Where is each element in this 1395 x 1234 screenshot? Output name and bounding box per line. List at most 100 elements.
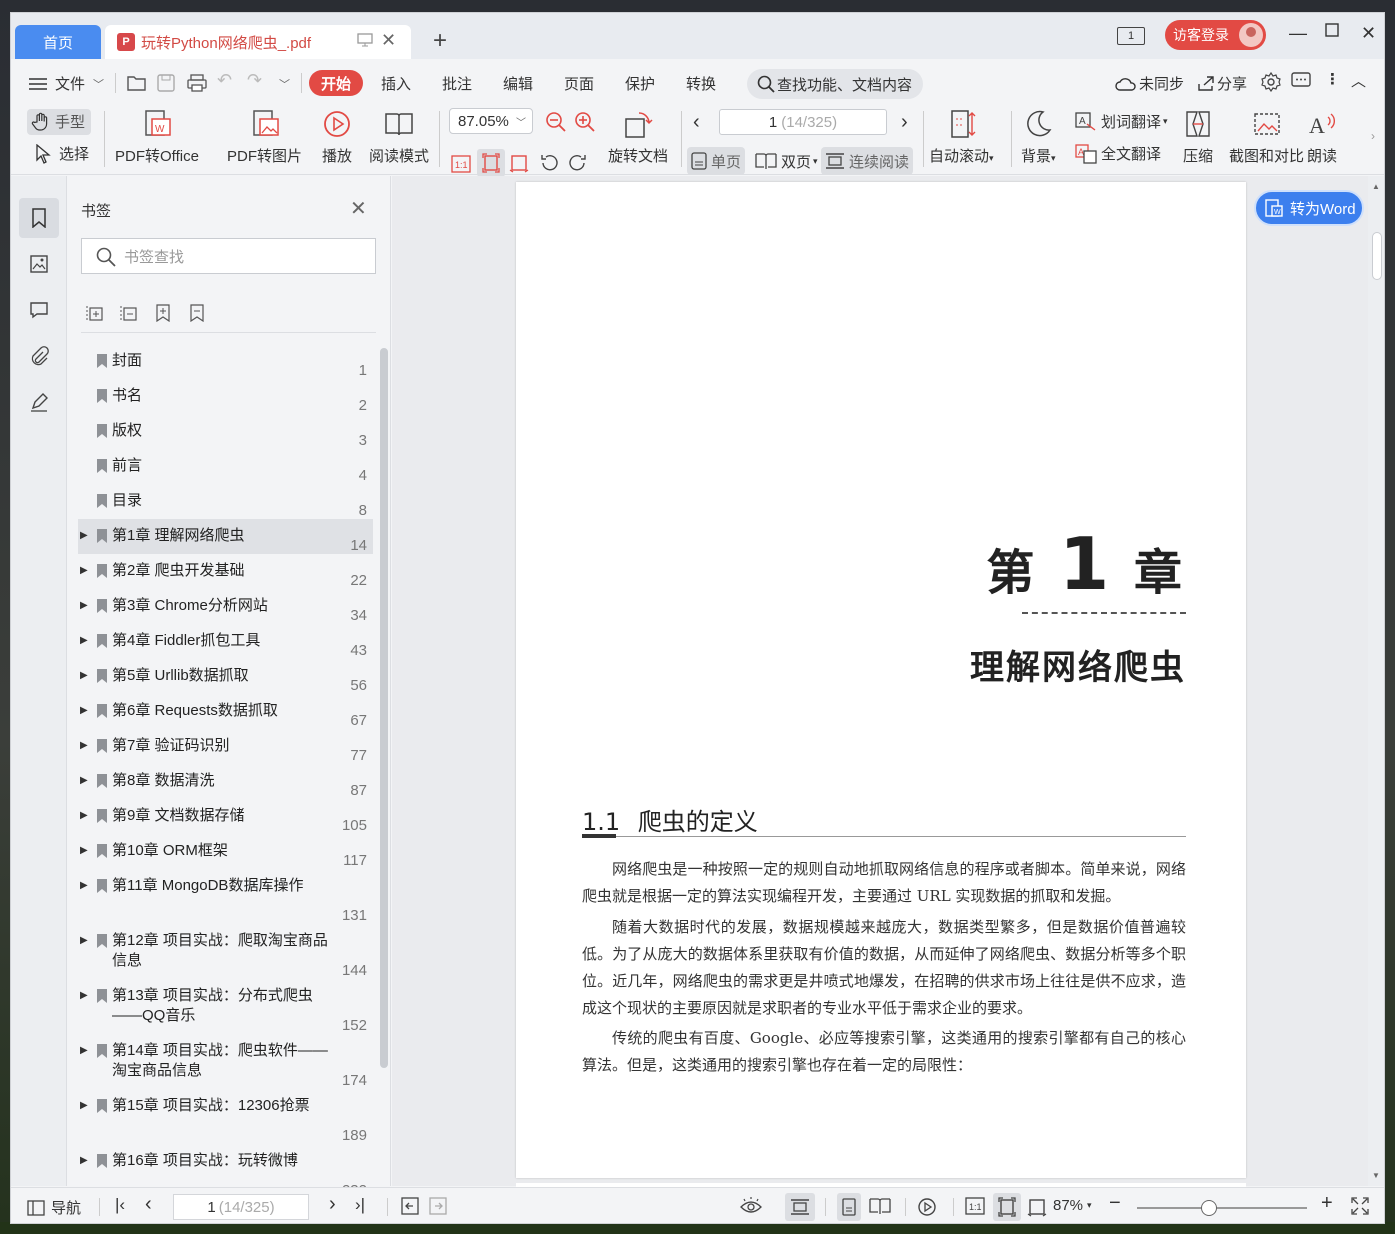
bookmark-search-input[interactable]: 书签查找 (81, 238, 376, 274)
tab-convert[interactable]: 转换 (686, 73, 716, 94)
expand-arrow-icon[interactable]: ▶ (78, 694, 92, 729)
expand-arrow-icon[interactable]: ▶ (78, 924, 92, 979)
file-menu[interactable]: 文件 ﹀ (29, 73, 104, 94)
next-page-icon[interactable]: › (329, 1193, 336, 1216)
last-page-icon[interactable]: ›| (355, 1195, 365, 1215)
tab-annotate[interactable]: 批注 (442, 73, 472, 94)
function-search[interactable]: 查找功能、文档内容 (747, 69, 923, 99)
redo-icon[interactable]: ↷ (247, 70, 262, 91)
bookmark-item[interactable]: ▶ 第12章 项目实战：爬取淘宝商品信息 144 (78, 924, 373, 979)
new-tab-icon[interactable]: + (433, 27, 447, 55)
pdf-to-office-button[interactable]: W PDF转Office (115, 109, 199, 166)
bookmark-item[interactable]: ▶ 第3章 Chrome分析网站 34 (78, 589, 373, 624)
page-number-input[interactable]: 1 (14/325) (719, 109, 887, 135)
select-tool[interactable]: 选择 (35, 143, 89, 164)
add-bookmark-icon[interactable] (154, 304, 172, 322)
close-panel-icon[interactable]: ✕ (350, 196, 367, 221)
tab-edit[interactable]: 编辑 (503, 73, 533, 94)
status-page-input[interactable]: 1 (14/325) (173, 1194, 309, 1220)
tab-insert[interactable]: 插入 (381, 73, 411, 94)
rotate-document-button[interactable]: 旋转文档 (608, 109, 668, 166)
expand-arrow-icon[interactable]: ▶ (78, 519, 92, 554)
bookmark-item[interactable]: 版权 3 (78, 414, 373, 449)
single-page-view-icon[interactable] (837, 1193, 861, 1221)
scroll-up-icon[interactable]: ▲ (1372, 182, 1380, 191)
bookmark-item[interactable]: 前言 4 (78, 449, 373, 484)
bookmark-item[interactable]: ▶ 第2章 爬虫开发基础 22 (78, 554, 373, 589)
full-translate-button[interactable]: A 全文翻译 (1075, 143, 1161, 164)
bookmark-item[interactable]: ▶ 第6章 Requests数据抓取 67 (78, 694, 373, 729)
maximize-icon[interactable] (1325, 23, 1339, 37)
screenshot-compare-button[interactable]: 截图和对比 (1229, 109, 1304, 166)
zoom-level-select[interactable]: 87% ▾ (1053, 1197, 1092, 1214)
word-translate-button[interactable]: A 划词翻译 ▾ (1075, 111, 1168, 132)
expand-arrow-icon[interactable]: ▶ (78, 729, 92, 764)
scrollbar-thumb[interactable] (1372, 232, 1382, 280)
expand-arrow-icon[interactable]: ▶ (78, 799, 92, 834)
attachment-icon[interactable] (19, 336, 59, 376)
visitor-login-button[interactable]: 访客登录 (1165, 20, 1266, 50)
minimize-icon[interactable]: — (1289, 23, 1307, 44)
close-window-icon[interactable]: ✕ (1361, 23, 1376, 44)
continuous-view-icon[interactable] (785, 1193, 815, 1221)
expand-arrow-icon[interactable]: ▶ (78, 1089, 92, 1144)
expand-arrow-icon[interactable]: ▶ (78, 869, 92, 924)
fullscreen-icon[interactable] (1351, 1197, 1369, 1215)
bookmark-item[interactable]: ▶ 第15章 项目实战：12306抢票 189 (78, 1089, 373, 1144)
background-button[interactable]: 背景▾ (1021, 109, 1056, 166)
fit-page-icon[interactable] (993, 1193, 1021, 1221)
bookmark-item[interactable]: 目录 8 (78, 484, 373, 519)
signature-icon[interactable] (19, 382, 59, 422)
bookmark-item[interactable]: 封面 1 (78, 344, 373, 379)
more-icon[interactable]: ⋮ (1325, 70, 1340, 88)
share-button[interactable]: 分享 (1197, 73, 1247, 94)
tab-protect[interactable]: 保护 (625, 73, 655, 94)
bookmark-item[interactable]: ▶ 第13章 项目实战：分布式爬虫——QQ音乐 152 (78, 979, 373, 1034)
expand-arrow-icon[interactable]: ▶ (78, 1034, 92, 1089)
rotate-left-icon[interactable] (539, 153, 559, 173)
back-icon[interactable] (401, 1197, 419, 1215)
prev-page-icon[interactable]: ‹ (693, 111, 700, 134)
expand-arrow-icon[interactable]: ▶ (78, 624, 92, 659)
pdf-to-image-button[interactable]: PDF转图片 (227, 109, 302, 166)
compress-button[interactable]: 压缩 (1183, 109, 1213, 166)
tab-page[interactable]: 页面 (564, 73, 594, 94)
play-button[interactable]: 播放 (322, 109, 352, 166)
collapse-all-icon[interactable] (120, 304, 138, 322)
bookmark-item[interactable]: 书名 2 (78, 379, 373, 414)
thumbnail-panel-icon[interactable] (19, 244, 59, 284)
double-page-button[interactable]: 双页 ▾ (751, 147, 822, 175)
comment-panel-icon[interactable] (19, 290, 59, 330)
zoom-in-icon[interactable] (574, 111, 596, 133)
expand-arrow-icon[interactable]: ▶ (78, 659, 92, 694)
expand-arrow-icon[interactable]: ▶ (78, 589, 92, 624)
play-icon[interactable] (917, 1197, 937, 1217)
prev-page-icon[interactable]: ‹ (145, 1193, 152, 1216)
bookmark-item[interactable]: ▶ 第8章 数据清洗 87 (78, 764, 373, 799)
tab-document[interactable]: P 玩转Python网络爬虫_.pdf ✕ (105, 25, 411, 59)
tab-float-icon[interactable] (357, 33, 373, 47)
fit-page-icon[interactable] (477, 149, 505, 177)
zoom-select[interactable]: 87.05% ﹀ (449, 108, 533, 134)
actual-size-icon[interactable]: 1:1 (965, 1197, 985, 1215)
convert-to-word-button[interactable]: W 转为Word (1254, 190, 1364, 226)
print-icon[interactable] (187, 74, 207, 92)
eye-protection-icon[interactable] (739, 1197, 763, 1215)
quick-access-dropdown-icon[interactable]: ﹀ (279, 76, 290, 92)
rotate-right-icon[interactable] (568, 153, 588, 173)
tab-start[interactable]: 开始 (309, 70, 363, 96)
bookmark-scrollbar[interactable] (380, 348, 388, 1068)
auto-scroll-button[interactable]: 自动滚动▾ (929, 109, 994, 166)
bookmark-item[interactable]: ▶ 第14章 项目实战：爬虫软件—— 淘宝商品信息 174 (78, 1034, 373, 1089)
actual-size-icon[interactable]: 1:1 (451, 155, 471, 173)
expand-arrow-icon[interactable]: ▶ (78, 764, 92, 799)
next-page-icon[interactable]: › (901, 111, 908, 134)
first-page-icon[interactable]: |‹ (115, 1195, 125, 1215)
read-aloud-button[interactable]: A 朗读 (1307, 109, 1337, 166)
zoom-slider-thumb[interactable] (1201, 1200, 1217, 1216)
continuous-read-button[interactable]: 连续阅读 (821, 147, 914, 175)
bookmark-item[interactable]: ▶ 第9章 文档数据存储 105 (78, 799, 373, 834)
fit-width-icon[interactable] (509, 153, 529, 173)
open-icon[interactable] (127, 74, 147, 92)
vertical-scrollbar[interactable]: ▲ ▼ (1368, 176, 1384, 1186)
